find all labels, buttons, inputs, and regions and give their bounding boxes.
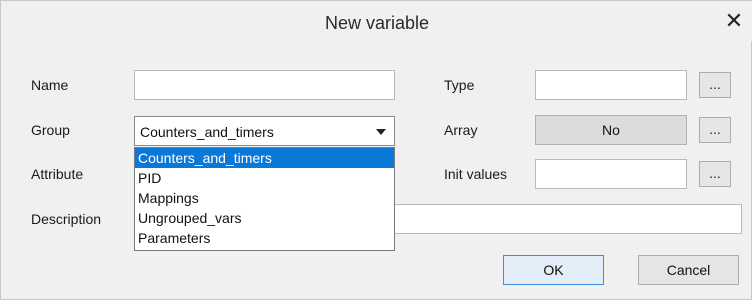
- attribute-label: Attribute: [31, 166, 84, 182]
- cancel-button[interactable]: Cancel: [638, 255, 739, 285]
- group-option[interactable]: Parameters: [135, 228, 394, 248]
- name-field[interactable]: [134, 70, 395, 100]
- group-option[interactable]: Mappings: [135, 188, 394, 208]
- group-option[interactable]: Counters_and_timers: [135, 148, 394, 168]
- type-browse-button[interactable]: ...: [699, 72, 731, 98]
- name-input[interactable]: [135, 71, 394, 99]
- ok-button[interactable]: OK: [503, 255, 604, 285]
- array-value[interactable]: No: [535, 115, 687, 145]
- init-values-input[interactable]: [536, 160, 686, 188]
- description-label: Description: [31, 211, 102, 227]
- name-label: Name: [31, 77, 69, 93]
- group-option[interactable]: PID: [135, 168, 394, 188]
- group-option[interactable]: Ungrouped_vars: [135, 208, 394, 228]
- array-browse-button[interactable]: ...: [699, 117, 731, 143]
- type-input[interactable]: [536, 71, 686, 99]
- type-label: Type: [444, 77, 475, 93]
- group-dropdown-list: Counters_and_timers PID Mappings Ungroup…: [134, 147, 395, 251]
- title-bar: New variable ✕: [1, 1, 752, 41]
- new-variable-dialog: New variable ✕ Name Group Attribute Desc…: [0, 0, 752, 300]
- type-field[interactable]: [535, 70, 687, 100]
- init-values-label: Init values: [444, 166, 508, 182]
- init-values-field[interactable]: [535, 159, 687, 189]
- group-label: Group: [31, 122, 70, 138]
- group-select[interactable]: Counters_and_timers: [134, 116, 395, 146]
- dialog-title: New variable: [324, 13, 430, 33]
- close-icon[interactable]: ✕: [723, 10, 745, 32]
- array-label: Array: [444, 122, 478, 138]
- group-selected-value: Counters_and_timers: [140, 124, 274, 140]
- chevron-down-icon[interactable]: [376, 129, 386, 135]
- init-values-browse-button[interactable]: ...: [699, 161, 731, 187]
